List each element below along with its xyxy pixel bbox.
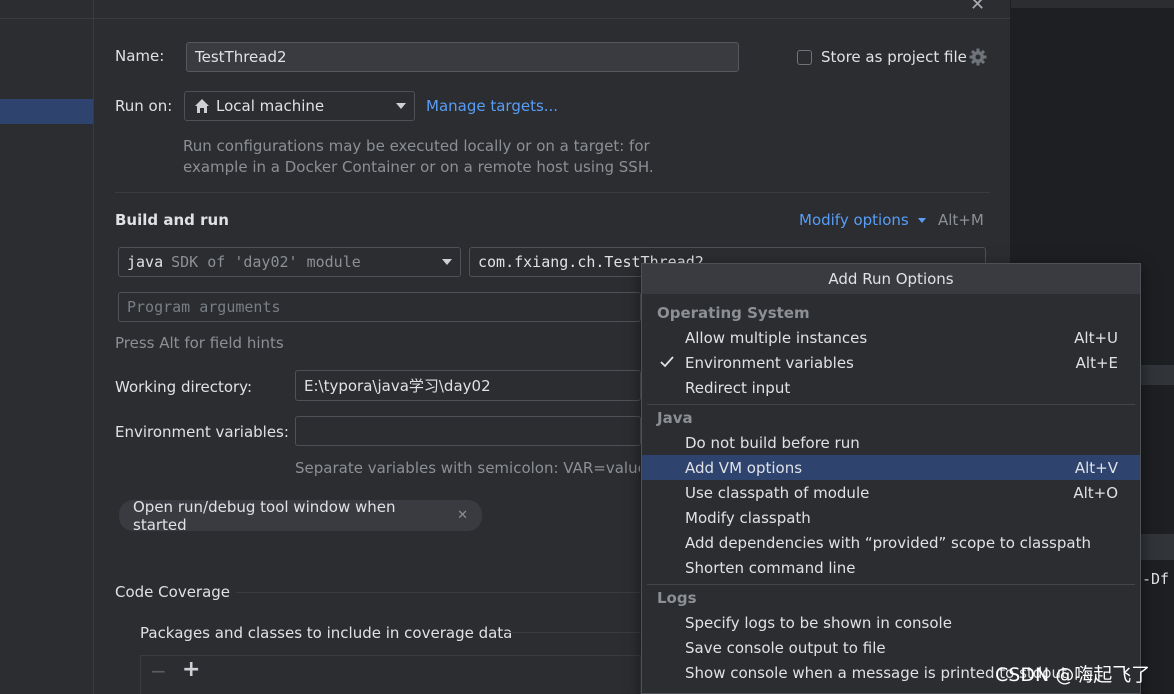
code-coverage-title: Code Coverage xyxy=(115,583,231,601)
minus-icon[interactable]: − xyxy=(150,659,167,683)
option-label: Modify classpath xyxy=(685,508,811,527)
store-project-label: Store as project file xyxy=(821,48,967,66)
option-specify-logs[interactable]: Specify logs to be shown in console xyxy=(642,610,1140,635)
option-label: Allow multiple instances xyxy=(685,328,868,347)
option-shortcut: Alt+E xyxy=(1075,353,1118,372)
environment-variables-hint: Separate variables with semicolon: VAR=v… xyxy=(295,459,640,477)
option-label: Environment variables xyxy=(685,353,854,372)
run-on-hint-line-2: example in a Docker Container or on a re… xyxy=(183,158,654,176)
home-icon xyxy=(194,98,210,114)
sdk-java: java xyxy=(127,253,164,271)
option-label: Use classpath of module xyxy=(685,483,870,502)
option-label: Redirect input xyxy=(685,378,791,397)
open-tool-window-label: Open run/debug tool window when started xyxy=(133,497,396,534)
option-use-classpath-of-module[interactable]: Use classpath of module Alt+O xyxy=(642,480,1140,505)
checkmark-icon xyxy=(660,354,674,372)
program-arguments-input[interactable]: Program arguments xyxy=(118,292,641,322)
environment-variables-label: Environment variables: xyxy=(115,423,289,441)
sdk-dropdown[interactable]: java SDK of 'day02' module xyxy=(118,247,461,277)
divider xyxy=(505,632,641,633)
option-shortcut: Alt+V xyxy=(1074,458,1118,477)
add-run-options-popup: Add Run Options Operating System Allow m… xyxy=(641,263,1141,694)
option-label: Do not build before run xyxy=(685,433,860,452)
manage-targets-link[interactable]: Manage targets... xyxy=(426,97,558,115)
option-label: Shorten command line xyxy=(685,558,856,577)
option-label: Specify logs to be shown in console xyxy=(685,613,952,632)
background-code-fragment: -Df xyxy=(1142,570,1170,588)
divider xyxy=(236,592,641,593)
option-modify-classpath[interactable]: Modify classpath xyxy=(642,505,1140,530)
option-add-provided-dependencies[interactable]: Add dependencies with “provided” scope t… xyxy=(642,530,1140,555)
plus-icon[interactable]: + xyxy=(182,657,200,682)
option-label: Save console output to file xyxy=(685,638,886,657)
run-on-value: Local machine xyxy=(216,97,325,115)
modify-options-label: Modify options xyxy=(799,211,909,229)
environment-variables-input[interactable] xyxy=(295,416,641,446)
group-operating-system: Operating System xyxy=(657,304,810,322)
open-tool-window-tag[interactable]: Open run/debug tool window when started … xyxy=(119,497,482,534)
popup-divider xyxy=(647,404,1135,405)
option-label: Add dependencies with “provided” scope t… xyxy=(685,533,1091,552)
close-icon[interactable]: ✕ xyxy=(457,508,468,523)
working-directory-label: Working directory: xyxy=(115,378,253,396)
option-shortcut: Alt+O xyxy=(1073,483,1118,502)
group-logs: Logs xyxy=(657,589,697,607)
working-directory-input[interactable]: E:\typora\java学习\day02 xyxy=(295,370,641,401)
gear-icon[interactable] xyxy=(968,47,988,67)
chevron-down-icon xyxy=(917,218,926,223)
chevron-down-icon xyxy=(442,259,452,265)
run-on-label: Run on: xyxy=(115,97,173,115)
popup-divider xyxy=(647,584,1135,585)
store-project-checkbox[interactable] xyxy=(797,50,812,65)
option-shortcut: Alt+U xyxy=(1074,328,1118,347)
build-and-run-title: Build and run xyxy=(115,211,229,229)
field-hints-text: Press Alt for field hints xyxy=(115,334,284,352)
configuration-tree[interactable] xyxy=(0,0,94,694)
coverage-packages-list[interactable] xyxy=(140,655,641,694)
name-value: TestThread2 xyxy=(195,48,287,66)
close-icon[interactable]: ✕ xyxy=(970,0,985,15)
run-on-dropdown[interactable]: Local machine xyxy=(184,91,415,121)
selected-configuration-row[interactable] xyxy=(0,99,93,124)
option-label: Add VM options xyxy=(685,458,803,477)
option-allow-multiple-instances[interactable]: Allow multiple instances Alt+U xyxy=(642,325,1140,350)
option-environment-variables[interactable]: Environment variables Alt+E xyxy=(642,350,1140,375)
name-label: Name: xyxy=(115,47,165,65)
modify-options-link[interactable]: Modify options xyxy=(799,211,926,229)
name-input[interactable]: TestThread2 xyxy=(186,42,739,72)
program-arguments-placeholder: Program arguments xyxy=(127,298,281,316)
run-on-hint-line-1: Run configurations may be executed local… xyxy=(183,137,650,155)
chevron-down-icon xyxy=(396,103,406,109)
coverage-packages-label: Packages and classes to include in cover… xyxy=(140,624,513,642)
modify-options-shortcut: Alt+M xyxy=(938,211,984,229)
option-redirect-input[interactable]: Redirect input xyxy=(642,375,1140,400)
sdk-module: SDK of 'day02' module xyxy=(171,253,361,271)
working-directory-value: E:\typora\java学习\day02 xyxy=(304,377,491,395)
popup-title: Add Run Options xyxy=(642,264,1140,294)
option-shorten-command-line[interactable]: Shorten command line xyxy=(642,555,1140,580)
option-save-console-output[interactable]: Save console output to file xyxy=(642,635,1140,660)
group-java: Java xyxy=(657,409,693,427)
option-do-not-build[interactable]: Do not build before run xyxy=(642,430,1140,455)
option-add-vm-options[interactable]: Add VM options Alt+V xyxy=(642,455,1140,480)
divider xyxy=(115,192,990,193)
watermark: CSDN @嗨起飞了 xyxy=(995,664,1151,686)
